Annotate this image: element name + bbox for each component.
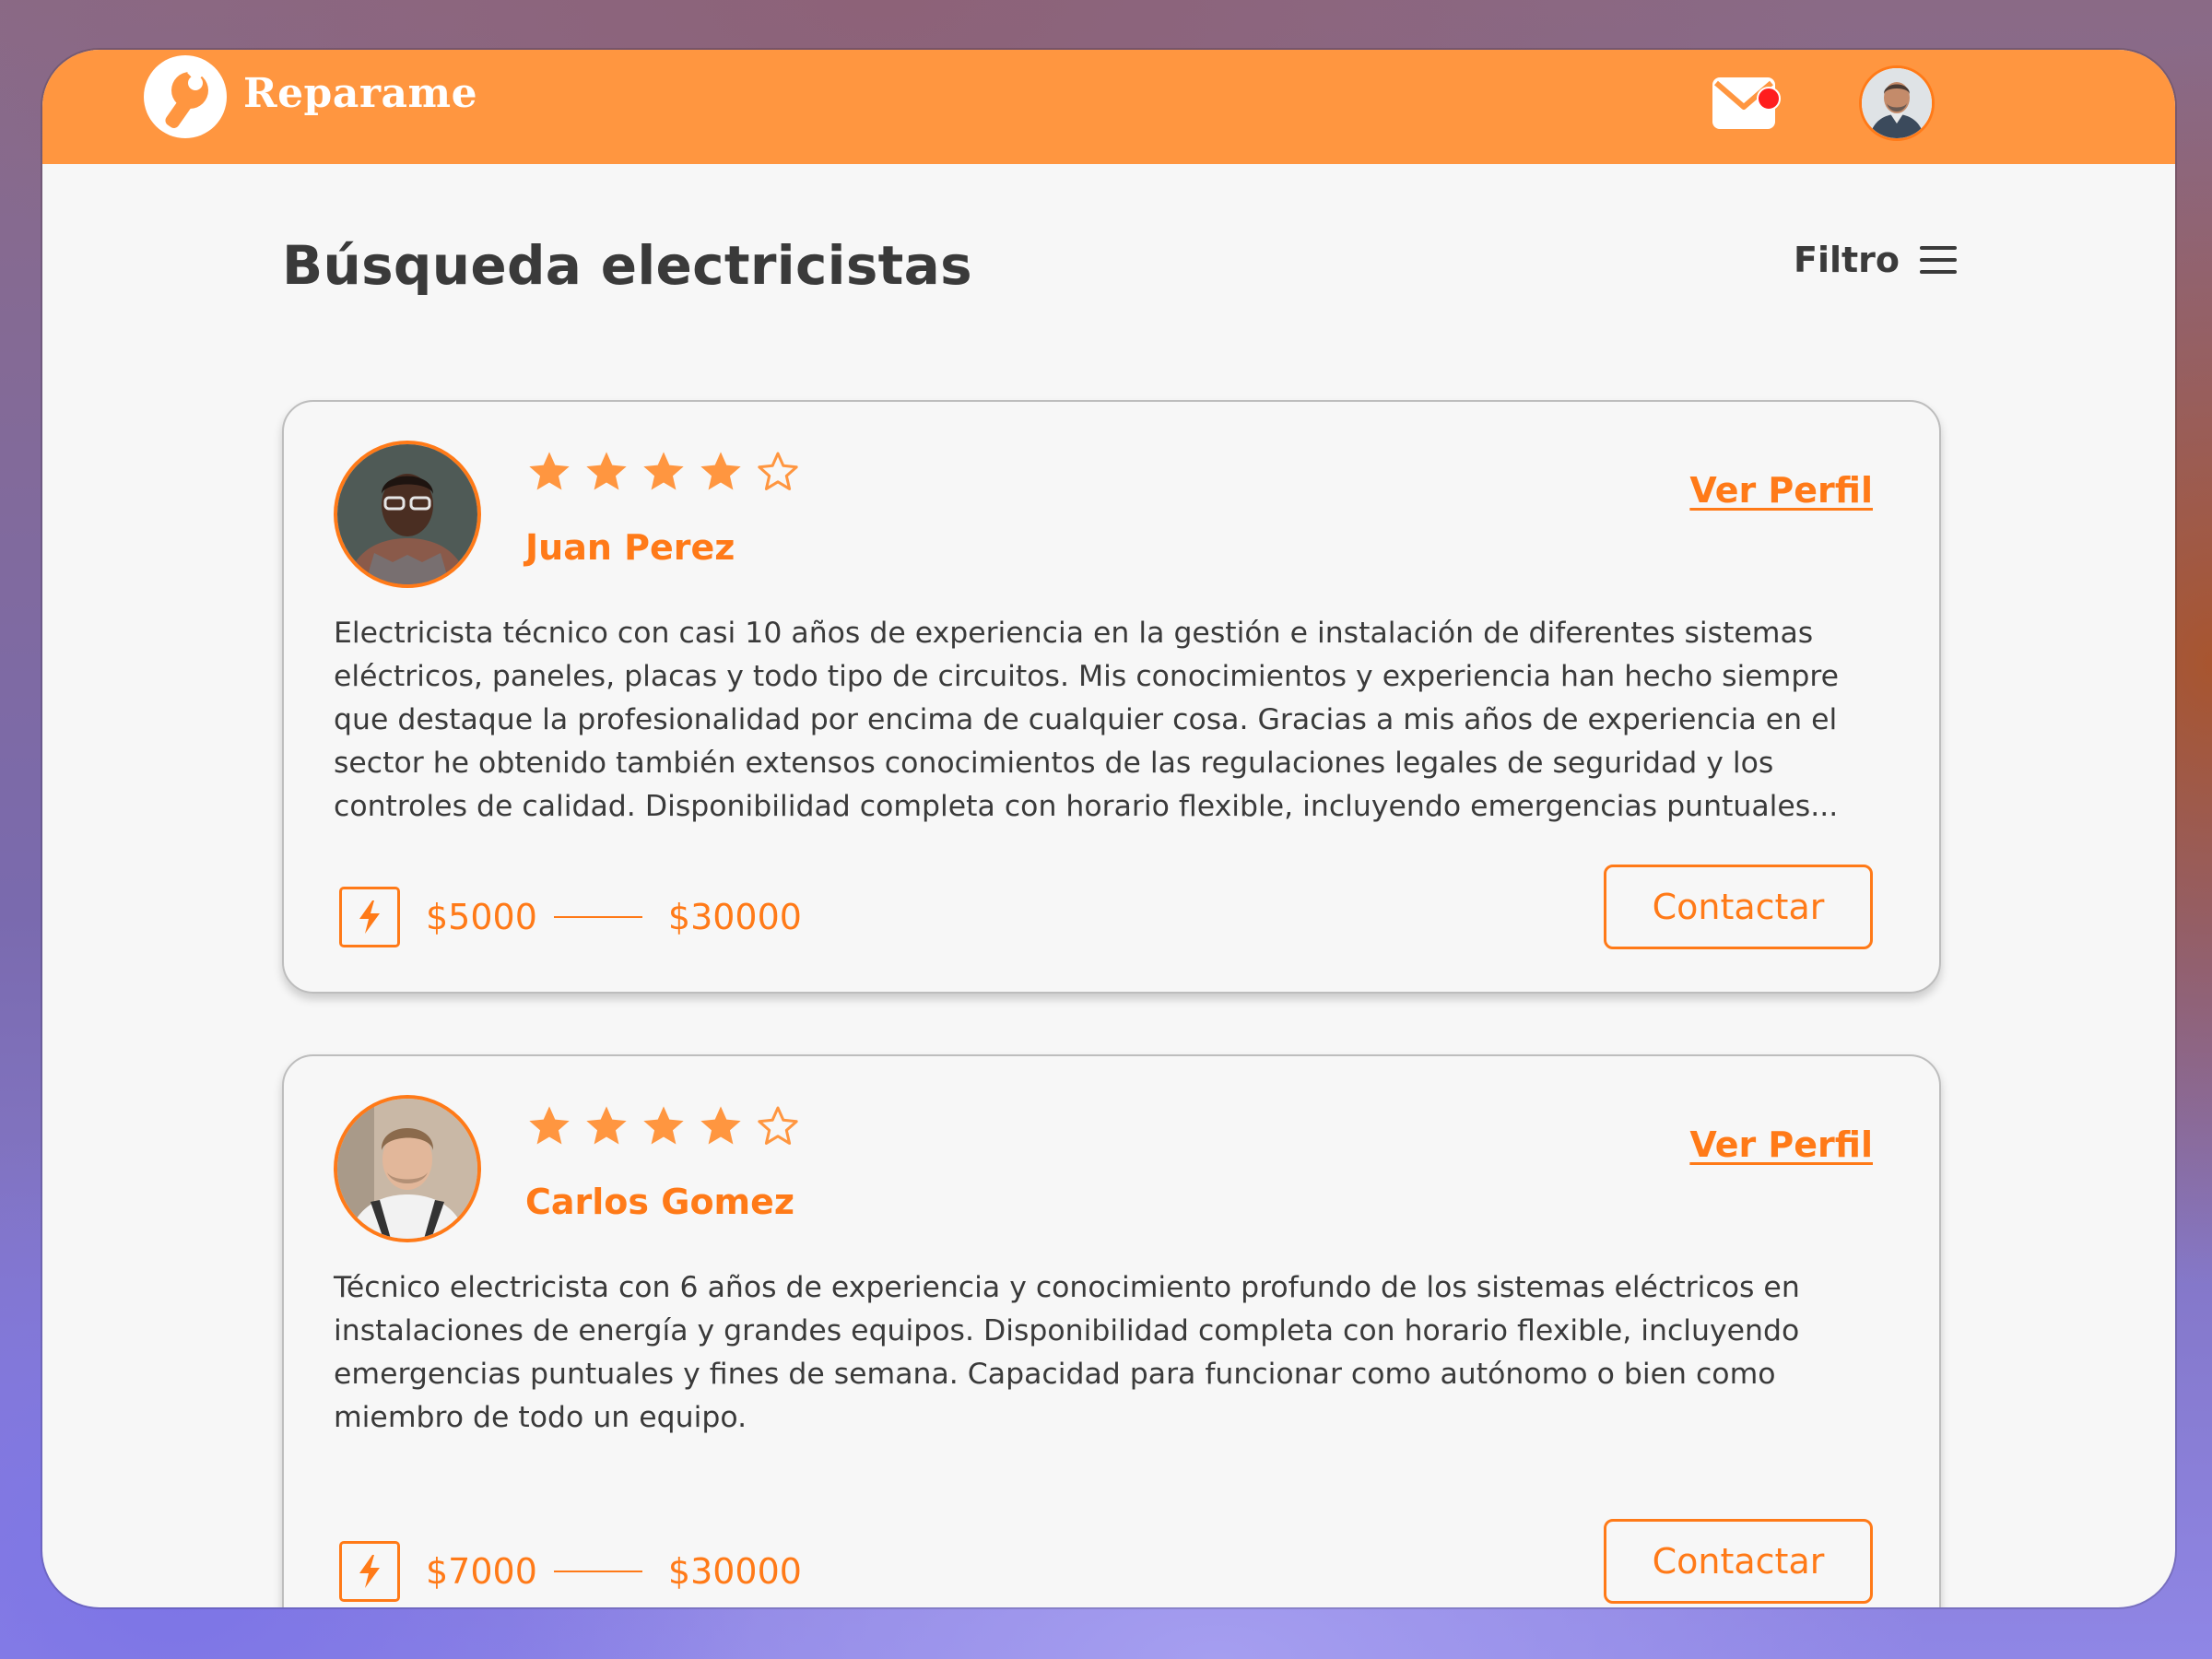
electrician-card: Juan Perez Ver Perfil Electricista técni… bbox=[282, 400, 1941, 994]
electrician-description: Técnico electricista con 6 años de exper… bbox=[334, 1271, 1800, 1434]
price-max: $30000 bbox=[667, 1551, 802, 1592]
star-empty-icon bbox=[758, 452, 798, 490]
filter-button[interactable]: Filtro bbox=[1794, 240, 1958, 280]
electrician-name: Juan Perez bbox=[525, 527, 735, 568]
star-filled-icon bbox=[643, 452, 684, 490]
price-min: $5000 bbox=[426, 897, 537, 937]
star-empty-icon bbox=[758, 1106, 798, 1145]
filter-label: Filtro bbox=[1794, 240, 1900, 280]
rating-stars bbox=[525, 1102, 802, 1150]
view-profile-link[interactable]: Ver Perfil bbox=[1689, 470, 1873, 511]
electrician-description: Electricista técnico con casi 10 años de… bbox=[334, 617, 1840, 823]
price-separator bbox=[553, 916, 642, 918]
star-filled-icon bbox=[586, 1106, 627, 1145]
price-min: $7000 bbox=[426, 1551, 537, 1592]
mail-icon[interactable] bbox=[1712, 77, 1781, 129]
star-filled-icon bbox=[700, 1106, 741, 1145]
wrench-icon[interactable] bbox=[144, 55, 227, 138]
star-filled-icon bbox=[643, 1106, 684, 1145]
star-filled-icon bbox=[700, 452, 741, 490]
view-profile-link[interactable]: Ver Perfil bbox=[1689, 1124, 1873, 1165]
electrician-name: Carlos Gomez bbox=[525, 1182, 795, 1222]
price-max: $30000 bbox=[667, 897, 802, 937]
star-filled-icon bbox=[529, 1106, 570, 1145]
price-separator bbox=[553, 1571, 642, 1572]
avatar[interactable] bbox=[334, 1095, 481, 1242]
contact-button[interactable]: Contactar bbox=[1604, 1519, 1873, 1604]
contact-button[interactable]: Contactar bbox=[1604, 865, 1873, 949]
user-avatar[interactable] bbox=[1859, 65, 1935, 141]
menu-icon bbox=[1920, 246, 1958, 274]
top-navigation-bar: Reparame bbox=[42, 50, 2175, 164]
notification-badge bbox=[1757, 87, 1781, 111]
price-range: $7000 $30000 bbox=[339, 1541, 802, 1602]
star-filled-icon bbox=[586, 452, 627, 490]
page-title: Búsqueda electricistas bbox=[282, 234, 972, 297]
electrician-card: Carlos Gomez Ver Perfil Técnico electric… bbox=[282, 1054, 1941, 1607]
price-range: $5000 $30000 bbox=[339, 887, 802, 947]
star-filled-icon bbox=[529, 452, 570, 490]
lightning-bolt-icon bbox=[339, 1541, 400, 1602]
lightning-bolt-icon bbox=[339, 887, 400, 947]
avatar[interactable] bbox=[334, 441, 481, 588]
app-logo-text[interactable]: Reparame bbox=[243, 70, 477, 117]
rating-stars bbox=[525, 448, 802, 496]
app-window: Reparame Búsqueda electricistas Filtro J… bbox=[42, 50, 2175, 1607]
